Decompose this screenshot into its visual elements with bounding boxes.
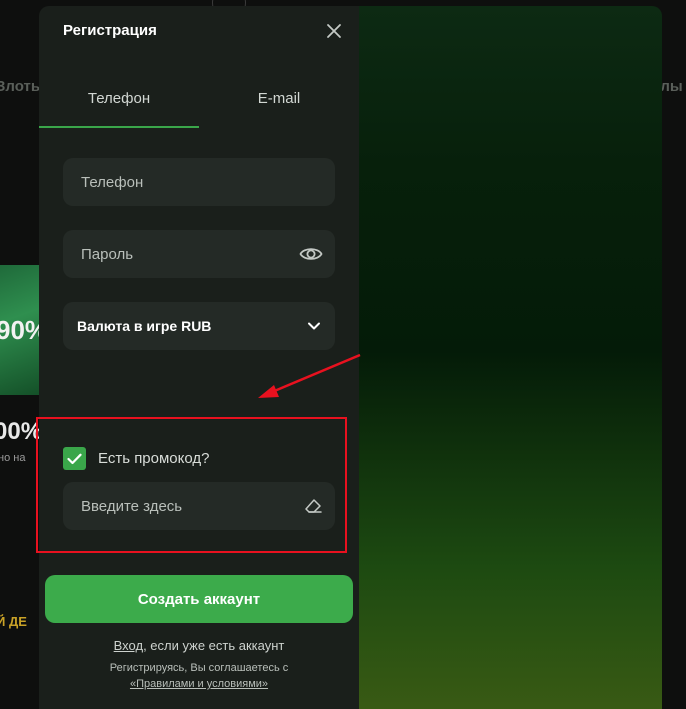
currency-select[interactable]: Валюта в игре RUB [63,302,335,350]
terms-notice: Регистрируясь, Вы соглашаетесь с «Правил… [39,660,359,692]
close-button[interactable] [325,22,343,40]
terms-link[interactable]: «Правилами и условиями» [130,678,268,690]
tab-phone[interactable]: Телефон [39,78,199,128]
phone-input[interactable] [63,158,335,206]
phone-field [63,158,335,206]
login-prompt: Вход, если уже есть аккаунт [39,638,359,653]
login-prompt-text: , если уже есть аккаунт [143,638,285,653]
password-input[interactable] [63,230,335,278]
registration-form: Регистрация Телефон E-mail Валюта в игре… [39,6,359,709]
background-promo-banner: 90% [0,265,48,395]
modal-title: Регистрация [63,22,157,39]
background-nav-fragment-left: Злоты [0,78,44,95]
registration-modal: Регистрация Телефон E-mail Валюта в игре… [39,6,662,709]
eye-icon[interactable] [299,244,323,264]
create-account-button[interactable]: Создать аккаунт [45,575,353,623]
terms-text: Регистрируясь, Вы соглашаетесь с [109,662,289,674]
close-icon [327,24,341,38]
currency-select-label: Валюта в игре RUB [77,318,212,334]
promo-art-panel [359,6,662,709]
background-yellow-fragment: Й ДЕ [0,614,27,629]
auth-tabs: Телефон E-mail [39,78,359,128]
annotation-highlight-box [36,417,347,553]
login-link[interactable]: Вход [114,638,143,653]
chevron-down-icon [308,322,320,330]
background-bonus-caption: но на [0,452,26,464]
password-field [63,230,335,278]
tab-email[interactable]: E-mail [199,78,359,128]
